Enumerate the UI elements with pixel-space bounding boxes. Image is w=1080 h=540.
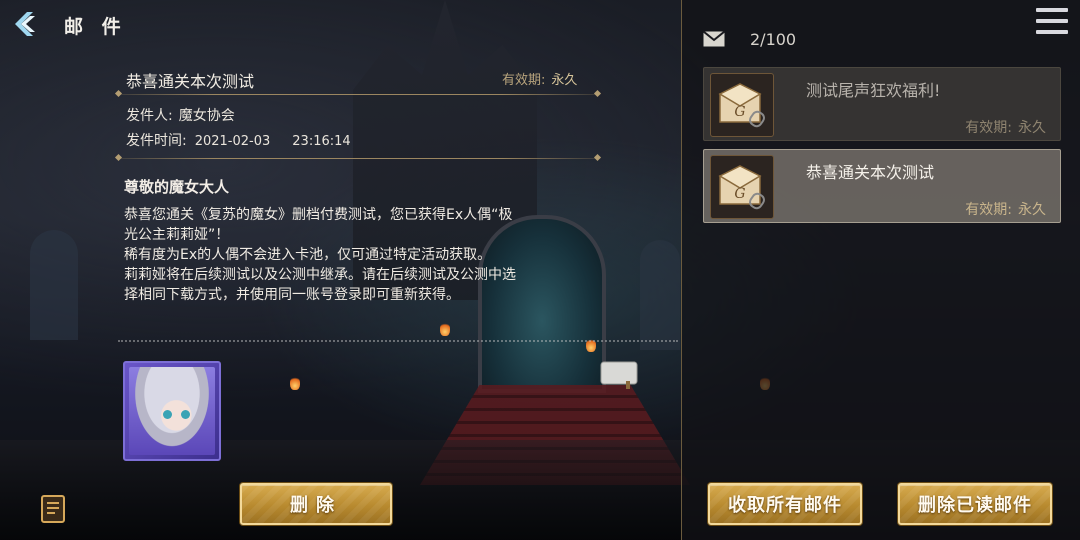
mail-list-item-selected[interactable]: G 恭喜通关本次测试 有效期: 永久 bbox=[703, 149, 1061, 223]
notes-icon[interactable] bbox=[40, 494, 66, 524]
mail-item-validity: 有效期: 永久 bbox=[965, 117, 1046, 137]
mail-send-time: 发件时间: 2021-02-03 23:16:14 bbox=[126, 130, 351, 150]
send-date: 2021-02-03 bbox=[194, 134, 271, 149]
page-title: 邮 件 bbox=[64, 16, 127, 38]
svg-text:G: G bbox=[734, 186, 745, 202]
portrait-eye bbox=[163, 410, 172, 419]
claim-all-button[interactable]: 收取所有邮件 bbox=[708, 483, 862, 525]
character-portrait-icon bbox=[129, 367, 215, 455]
mail-item-title: 测试尾声狂欢福利! bbox=[806, 81, 941, 100]
mail-item-title: 恭喜通关本次测试 bbox=[806, 163, 935, 182]
mail-greeting: 尊敬的魔女大人 bbox=[124, 178, 230, 196]
torch-flame bbox=[290, 376, 300, 390]
signpost-icon bbox=[600, 361, 638, 389]
validity-value: 永久 bbox=[1018, 120, 1046, 136]
svg-text:G: G bbox=[734, 104, 745, 120]
back-button[interactable] bbox=[8, 6, 44, 42]
red-carpet-stairs bbox=[420, 385, 690, 485]
ornamental-divider bbox=[118, 158, 598, 159]
mail-body-line: 光公主莉莉娅”！ bbox=[124, 227, 230, 243]
attachment-separator bbox=[118, 340, 678, 342]
letter-with-attachment-icon: G bbox=[718, 165, 765, 210]
mail-body-line: 莉莉娅将在后续测试以及公测中继承。请在后续测试及公测中选 bbox=[124, 267, 516, 283]
sender-value: 魔女协会 bbox=[178, 108, 235, 124]
hamburger-menu-icon bbox=[1036, 8, 1068, 12]
mail-item-validity: 有效期: 永久 bbox=[965, 199, 1046, 219]
background-window bbox=[30, 230, 78, 340]
delete-button[interactable]: 删除 bbox=[240, 483, 392, 525]
letter-with-attachment-icon: G bbox=[718, 83, 765, 128]
mail-item-icon-frame: G bbox=[710, 155, 774, 219]
send-clock: 23:16:14 bbox=[292, 134, 351, 149]
sender-label: 发件人: bbox=[126, 108, 173, 124]
mail-count: 2/100 bbox=[750, 30, 797, 49]
torch-flame bbox=[440, 322, 450, 336]
mail-item-icon-frame: G bbox=[710, 73, 774, 137]
mail-detail-title: 恭喜通关本次测试 bbox=[126, 72, 255, 91]
validity-label: 有效期: bbox=[965, 120, 1012, 136]
mail-body-line: 恭喜您通关《复苏的魔女》删档付费测试，您已获得Ex人偶“极 bbox=[124, 207, 513, 223]
ornamental-divider bbox=[118, 94, 598, 95]
background-window bbox=[640, 240, 680, 350]
hamburger-line bbox=[1036, 19, 1068, 23]
validity-label: 有效期: bbox=[965, 202, 1012, 218]
validity-value: 永久 bbox=[1018, 202, 1046, 218]
mail-body: 恭喜您通关《复苏的魔女》删档付费测试，您已获得Ex人偶“极 光公主莉莉娅”！ 稀… bbox=[124, 205, 594, 305]
mail-body-line: 择相同下载方式，并使用同一账号登录即可重新获得。 bbox=[124, 287, 460, 303]
attachment-item[interactable] bbox=[123, 361, 221, 461]
send-time-label: 发件时间: bbox=[126, 133, 187, 149]
mail-body-line: 稀有度为Ex的人偶不会进入卡池，仅可通过特定活动获取。 bbox=[124, 247, 492, 263]
chevron-left-icon bbox=[15, 12, 35, 36]
validity-label: 有效期: bbox=[502, 73, 546, 88]
validity-value: 永久 bbox=[551, 73, 578, 88]
menu-button[interactable] bbox=[1036, 6, 1068, 36]
envelope-icon bbox=[703, 31, 725, 47]
portrait-eye bbox=[181, 410, 190, 419]
mail-list-item[interactable]: G 测试尾声狂欢福利! 有效期: 永久 bbox=[703, 67, 1061, 141]
hamburger-line bbox=[1036, 30, 1068, 34]
mail-sender: 发件人: 魔女协会 bbox=[126, 105, 235, 125]
delete-read-button[interactable]: 删除已读邮件 bbox=[898, 483, 1052, 525]
mail-detail-validity: 有效期: 永久 bbox=[502, 69, 577, 88]
